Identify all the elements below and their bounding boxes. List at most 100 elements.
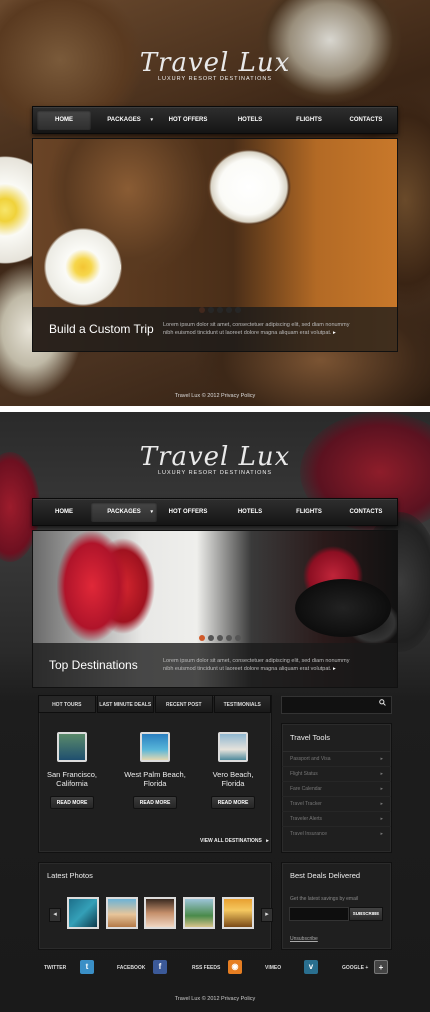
photo-thumbnail[interactable]: [144, 897, 176, 929]
chevron-right-icon: ▸: [380, 816, 383, 822]
slide-title: Top Destinations: [49, 658, 138, 672]
destination-name-line2: California: [56, 779, 88, 788]
logo[interactable]: Travel Lux LUXURY RESORT DESTINATIONS: [0, 442, 430, 476]
slider-dots: [199, 635, 241, 641]
read-more-button[interactable]: READ MORE: [132, 796, 178, 809]
tool-item[interactable]: Fare Calendar ▸: [282, 782, 391, 797]
search-icon[interactable]: [379, 699, 386, 708]
social-label: GOOGLE +: [342, 965, 369, 971]
subscribe-button[interactable]: SUBSCRIBE: [349, 907, 383, 921]
tool-item[interactable]: Flight Status ▸: [282, 767, 391, 782]
read-more-button[interactable]: READ MORE: [49, 796, 95, 809]
chevron-down-icon: ▾: [150, 509, 153, 515]
social-bar: TWITTER t FACEBOOK f RSS FEEDS ◉ VIMEO v…: [0, 956, 430, 980]
tab-testimonials[interactable]: TESTIMONIALS: [213, 695, 271, 713]
destination-name-line1: San Francisco,: [46, 770, 98, 779]
slider-dot[interactable]: [199, 635, 205, 641]
nav-packages-label: PACKAGES: [107, 117, 141, 123]
latest-photos-title: Latest Photos: [47, 871, 93, 880]
nav-flights[interactable]: FLIGHTS: [281, 110, 337, 130]
destination-thumbnail[interactable]: [140, 732, 170, 762]
photo-thumbnail[interactable]: [106, 897, 138, 929]
tool-item-label: Fare Calendar: [290, 786, 322, 792]
nav-hot-offers[interactable]: HOT OFFERS: [157, 502, 219, 522]
tool-item[interactable]: Traveler Alerts ▸: [282, 812, 391, 827]
footer-text[interactable]: Travel Lux © 2012 Privacy Policy: [0, 393, 430, 399]
slider-dot[interactable]: [217, 635, 223, 641]
chevron-right-icon: ▸: [380, 771, 383, 777]
page-preview-packages: Travel Lux LUXURY RESORT DESTINATIONS HO…: [0, 412, 430, 1012]
hero-slider[interactable]: Build a Custom Trip Lorem ipsum dolor si…: [32, 138, 398, 352]
nav-contacts[interactable]: CONTACTS: [337, 110, 395, 130]
destination-name-line1: West Palm Beach,: [124, 770, 186, 779]
destination-thumbnail[interactable]: [218, 732, 248, 762]
tool-item[interactable]: Passport and Visa ▸: [282, 752, 391, 767]
destination-name-line2: Florida: [143, 779, 167, 788]
social-label: FACEBOOK: [117, 965, 146, 971]
arrow-right-icon: ▸: [266, 838, 269, 844]
tool-item-label: Travel Tracker: [290, 801, 322, 807]
nav-hot-offers[interactable]: HOT OFFERS: [157, 110, 219, 130]
destination-name[interactable]: West Palm Beach, Florida: [120, 770, 190, 788]
twitter-icon: t: [80, 960, 94, 974]
destination-name[interactable]: San Francisco, California: [37, 770, 107, 788]
slider-dot[interactable]: [208, 635, 214, 641]
slide-flower: [41, 225, 125, 309]
slide-title: Build a Custom Trip: [49, 322, 154, 336]
logo[interactable]: Travel Lux LUXURY RESORT DESTINATIONS: [0, 48, 430, 82]
nav-home[interactable]: HOME: [37, 110, 91, 130]
tool-item-label: Traveler Alerts: [290, 816, 323, 822]
footer-text[interactable]: Travel Lux © 2012 Privacy Policy: [0, 996, 430, 1002]
nav-packages-label: PACKAGES: [107, 509, 141, 515]
nav-contacts[interactable]: CONTACTS: [337, 502, 395, 522]
email-field[interactable]: [289, 907, 349, 921]
photos-next-button[interactable]: ▸: [261, 908, 273, 922]
view-all-destinations-link[interactable]: VIEW ALL DESTINATIONS ▸: [200, 838, 269, 844]
slider-dot[interactable]: [235, 635, 241, 641]
page-preview-home: Travel Lux LUXURY RESORT DESTINATIONS HO…: [0, 0, 430, 406]
chevron-right-icon: ▸: [380, 831, 383, 837]
photo-thumbnail[interactable]: [222, 897, 254, 929]
read-more-arrow-icon[interactable]: ▸: [333, 330, 336, 336]
logo-tagline: LUXURY RESORT DESTINATIONS: [157, 76, 273, 82]
destination-name[interactable]: Vero Beach, Florida: [198, 770, 268, 788]
tab-recent-post[interactable]: RECENT POST: [155, 695, 213, 713]
destination-thumbnail[interactable]: [57, 732, 87, 762]
nav-flights[interactable]: FLIGHTS: [281, 502, 337, 522]
unsubscribe-link[interactable]: Unsubscribe: [290, 936, 318, 942]
read-more-arrow-icon[interactable]: ▸: [333, 666, 336, 672]
tab-last-minute-deals[interactable]: LAST MINUTE DEALS: [96, 695, 154, 713]
tool-item[interactable]: Travel Insurance ▸: [282, 827, 391, 842]
hero-slider[interactable]: Top Destinations Lorem ipsum dolor sit a…: [32, 530, 398, 688]
chevron-right-icon: ▸: [380, 786, 383, 792]
tool-item-label: Flight Status: [290, 771, 318, 777]
nav-home[interactable]: HOME: [37, 502, 91, 522]
view-all-label: VIEW ALL DESTINATIONS: [200, 838, 262, 844]
photo-thumbnail[interactable]: [67, 897, 99, 929]
logo-title: Travel Lux: [139, 442, 291, 472]
nav-packages[interactable]: PACKAGES ▾: [91, 502, 157, 522]
photo-thumbnail[interactable]: [183, 897, 215, 929]
deals-panel: Best Deals Delivered Get the latest savi…: [281, 862, 392, 950]
nav-packages[interactable]: PACKAGES ▾: [91, 110, 157, 130]
slide-caption: Top Destinations Lorem ipsum dolor sit a…: [33, 643, 397, 687]
slide-flower: [57, 531, 127, 641]
nav-hotels[interactable]: HOTELS: [219, 502, 281, 522]
tool-item-label: Travel Insurance: [290, 831, 328, 837]
search-box: [281, 696, 392, 717]
destination-name-line2: Florida: [221, 779, 245, 788]
destination-card: Vero Beach, Florida READ MORE: [198, 732, 268, 809]
social-label: RSS FEEDS: [192, 965, 221, 971]
slide-text: Lorem ipsum dolor sit amet, consectetuer…: [163, 657, 397, 673]
deals-title: Best Deals Delivered: [290, 871, 361, 880]
nav-hotels[interactable]: HOTELS: [219, 110, 281, 130]
main-nav: HOME PACKAGES ▾ HOT OFFERS HOTELS FLIGHT…: [32, 106, 398, 134]
tab-hot-tours[interactable]: HOT TOURS: [38, 695, 96, 713]
search-input[interactable]: [282, 701, 372, 717]
photos-prev-button[interactable]: ◂: [49, 908, 61, 922]
tool-item[interactable]: Travel Tracker ▸: [282, 797, 391, 812]
slider-dot[interactable]: [226, 635, 232, 641]
main-nav: HOME PACKAGES ▾ HOT OFFERS HOTELS FLIGHT…: [32, 498, 398, 526]
destination-name-line1: Vero Beach,: [212, 770, 254, 779]
read-more-button[interactable]: READ MORE: [210, 796, 256, 809]
